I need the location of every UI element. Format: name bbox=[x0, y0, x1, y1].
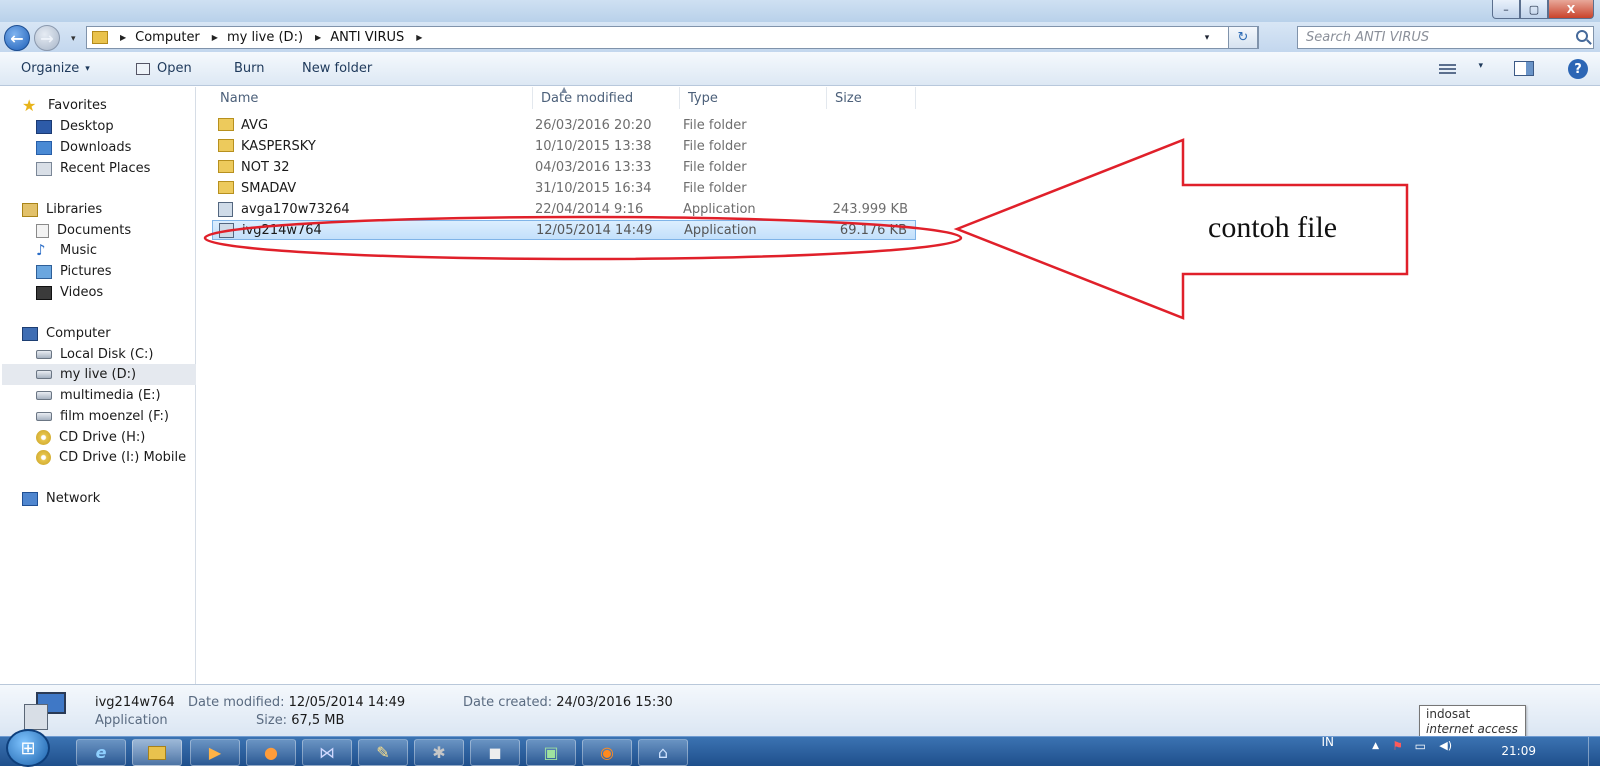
volume-icon[interactable]: ◀) bbox=[1439, 739, 1452, 752]
network-icon[interactable]: ▭ bbox=[1415, 739, 1426, 753]
show-desktop-button[interactable] bbox=[1588, 737, 1600, 767]
application-large-icon bbox=[22, 690, 72, 732]
details-label: Size: bbox=[256, 713, 288, 728]
details-label: Date modified: bbox=[188, 695, 285, 710]
details-file-name: ivg214w764 bbox=[95, 695, 175, 710]
details-label: Date created: bbox=[463, 695, 553, 710]
clock[interactable]: 21:09 bbox=[1501, 744, 1536, 758]
annotation-text: contoh file bbox=[1208, 211, 1337, 244]
tooltip-line: internet access bbox=[1426, 722, 1518, 736]
details-date-modified: Date modified: 12/05/2014 14:49 bbox=[188, 695, 405, 710]
details-value: 12/05/2014 14:49 bbox=[288, 695, 406, 710]
windows-explorer-icon[interactable] bbox=[132, 739, 182, 766]
start-button[interactable]: ⊞ bbox=[6, 729, 50, 767]
action-center-icon[interactable]: ⚑ bbox=[1392, 739, 1403, 753]
shield-icon[interactable]: ◼ bbox=[470, 739, 520, 766]
network-app-icon[interactable]: ⌂ bbox=[638, 739, 688, 766]
details-date-created: Date created: 24/03/2016 15:30 bbox=[463, 695, 673, 710]
details-pane: ivg214w764 Application Date modified: 12… bbox=[0, 684, 1600, 736]
network-tooltip: indosat internet access bbox=[1419, 705, 1526, 738]
paint-icon[interactable]: ✎ bbox=[358, 739, 408, 766]
show-hidden-icons-icon[interactable]: ▲ bbox=[1372, 741, 1379, 751]
details-size: Size: 67,5 MB bbox=[256, 713, 344, 728]
internet-explorer-icon[interactable]: e bbox=[76, 739, 126, 766]
firefox-icon[interactable]: ◉ bbox=[582, 739, 632, 766]
language-indicator[interactable]: IN bbox=[1321, 735, 1334, 749]
bookmark-icon[interactable]: ⋈ bbox=[302, 739, 352, 766]
details-file-type: Application bbox=[95, 713, 168, 728]
tooltip-line: indosat bbox=[1426, 707, 1471, 721]
details-value: 24/03/2016 15:30 bbox=[556, 695, 673, 710]
annotation-overlay: contoh file bbox=[203, 138, 1409, 320]
app-icon[interactable]: ● bbox=[246, 739, 296, 766]
gear-icon[interactable]: ✱ bbox=[414, 739, 464, 766]
taskbar: ⊞ e ▶ ● ⋈ ✎ ✱ ◼ ▣ ◉ ⌂ IN ▲ ⚑ ▭ ◀) 21:09 bbox=[0, 729, 1600, 767]
media-player-icon[interactable]: ▶ bbox=[190, 739, 240, 766]
monitor-icon[interactable]: ▣ bbox=[526, 739, 576, 766]
callout-arrow bbox=[953, 138, 1409, 320]
details-value: 67,5 MB bbox=[291, 713, 345, 728]
highlight-ellipse bbox=[203, 215, 963, 261]
